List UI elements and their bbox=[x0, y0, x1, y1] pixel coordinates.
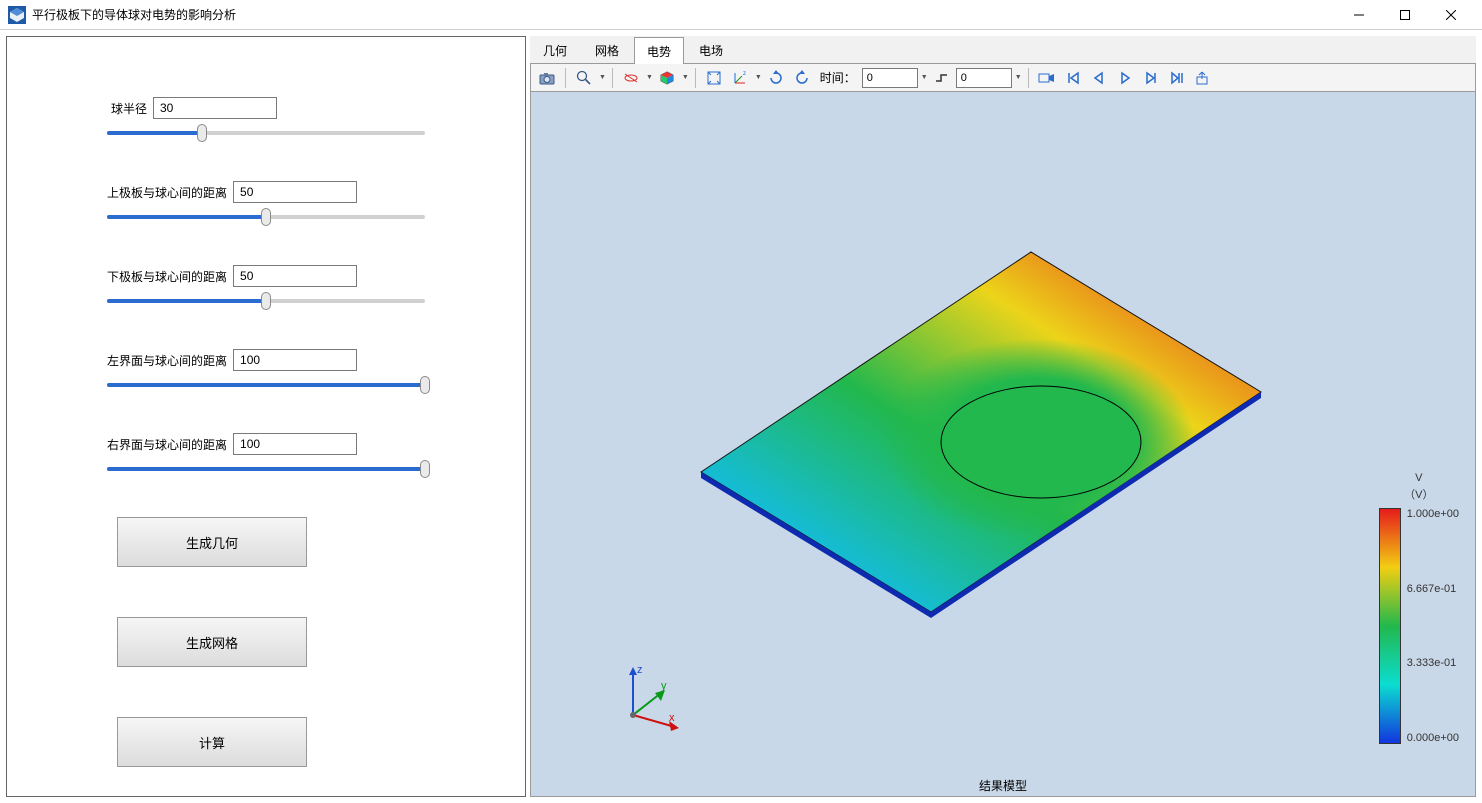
color-cube-dropdown-icon[interactable]: ▼ bbox=[682, 74, 689, 81]
color-legend: V （V） 1.000e+00 6.667e-01 3.333e-01 0.00… bbox=[1379, 472, 1459, 744]
svg-text:z: z bbox=[743, 71, 746, 77]
maximize-button[interactable] bbox=[1382, 0, 1428, 30]
field-input-left-dist[interactable] bbox=[233, 349, 357, 371]
field-input-radius[interactable] bbox=[153, 97, 277, 119]
tab-bar: 几何 网格 电势 电场 bbox=[530, 36, 1476, 64]
field-input-top-dist[interactable] bbox=[233, 181, 357, 203]
play-icon[interactable] bbox=[1113, 67, 1137, 89]
potential-surface-plot bbox=[671, 212, 1291, 652]
legend-unit: （V） bbox=[1379, 486, 1459, 502]
legend-tick: 1.000e+00 bbox=[1407, 508, 1459, 520]
close-button[interactable] bbox=[1428, 0, 1474, 30]
step-dropdown-icon[interactable]: ▼ bbox=[1015, 74, 1022, 81]
rotate-cw-icon[interactable] bbox=[764, 67, 788, 89]
app-icon bbox=[8, 6, 26, 24]
minimize-button[interactable] bbox=[1336, 0, 1382, 30]
field-label-bottom-dist: 下极板与球心间的距离 bbox=[107, 268, 227, 285]
legend-tick: 0.000e+00 bbox=[1407, 732, 1459, 744]
tab-potential[interactable]: 电势 bbox=[634, 37, 684, 64]
export-icon[interactable] bbox=[1191, 67, 1215, 89]
tab-mesh[interactable]: 网格 bbox=[582, 36, 632, 63]
time-label: 时间： bbox=[820, 69, 856, 86]
axes-icon[interactable]: z bbox=[728, 67, 752, 89]
generate-mesh-button[interactable]: 生成网格 bbox=[117, 617, 307, 667]
legend-tick: 6.667e-01 bbox=[1407, 583, 1459, 595]
display-mode-dropdown-icon[interactable]: ▼ bbox=[646, 74, 653, 81]
field-label-right-dist: 右界面与球心间的距离 bbox=[107, 436, 227, 453]
slider-left-dist[interactable] bbox=[107, 377, 425, 393]
graphics-toolbar: ▼ ▼ ▼ z ▼ 时间： ▼ ▼ bbox=[530, 64, 1476, 92]
legend-color-bar bbox=[1379, 508, 1401, 744]
slider-right-dist[interactable] bbox=[107, 461, 425, 477]
rotate-ccw-icon[interactable] bbox=[790, 67, 814, 89]
color-cube-icon[interactable] bbox=[655, 67, 679, 89]
svg-text:y: y bbox=[661, 680, 667, 692]
field-label-top-dist: 上极板与球心间的距离 bbox=[107, 184, 227, 201]
step-icon[interactable] bbox=[930, 67, 954, 89]
graphics-viewport[interactable]: z x y V （V） 1.000e+00 6.667e-0 bbox=[530, 92, 1476, 797]
tab-geometry[interactable]: 几何 bbox=[530, 36, 580, 63]
time-input[interactable] bbox=[862, 68, 918, 88]
legend-tick: 3.333e-01 bbox=[1407, 657, 1459, 669]
slider-bottom-dist[interactable] bbox=[107, 293, 425, 309]
svg-text:x: x bbox=[669, 712, 675, 724]
record-icon[interactable] bbox=[1035, 67, 1059, 89]
graphics-footer-label: 结果模型 bbox=[531, 775, 1475, 796]
field-label-left-dist: 左界面与球心间的距离 bbox=[107, 352, 227, 369]
slider-radius[interactable] bbox=[107, 125, 425, 141]
window-title: 平行极板下的导体球对电势的影响分析 bbox=[32, 6, 1336, 23]
step-input[interactable] bbox=[956, 68, 1012, 88]
fit-view-icon[interactable] bbox=[702, 67, 726, 89]
time-dropdown-icon[interactable]: ▼ bbox=[921, 74, 928, 81]
last-frame-icon[interactable] bbox=[1165, 67, 1189, 89]
slider-top-dist[interactable] bbox=[107, 209, 425, 225]
result-panel: 几何 网格 电势 电场 ▼ ▼ ▼ z ▼ 时间： ▼ ▼ bbox=[530, 36, 1476, 797]
prev-frame-icon[interactable] bbox=[1087, 67, 1111, 89]
field-input-right-dist[interactable] bbox=[233, 433, 357, 455]
display-mode-icon[interactable] bbox=[619, 67, 643, 89]
titlebar: 平行极板下的导体球对电势的影响分析 bbox=[0, 0, 1482, 30]
tab-field[interactable]: 电场 bbox=[686, 36, 736, 63]
axes-dropdown-icon[interactable]: ▼ bbox=[755, 74, 762, 81]
zoom-dropdown-icon[interactable]: ▼ bbox=[599, 74, 606, 81]
sidebar: 球半径 上极板与球心间的距离 下极板与球心间的距离 bbox=[6, 36, 526, 797]
zoom-icon[interactable] bbox=[572, 67, 596, 89]
compute-button[interactable]: 计算 bbox=[117, 717, 307, 767]
field-label-radius: 球半径 bbox=[107, 100, 147, 117]
first-frame-icon[interactable] bbox=[1061, 67, 1085, 89]
axis-gizmo: z x y bbox=[613, 663, 685, 738]
next-frame-icon[interactable] bbox=[1139, 67, 1163, 89]
camera-icon[interactable] bbox=[535, 67, 559, 89]
generate-geometry-button[interactable]: 生成几何 bbox=[117, 517, 307, 567]
legend-title: V bbox=[1379, 472, 1459, 484]
svg-text:z: z bbox=[637, 664, 643, 676]
field-input-bottom-dist[interactable] bbox=[233, 265, 357, 287]
